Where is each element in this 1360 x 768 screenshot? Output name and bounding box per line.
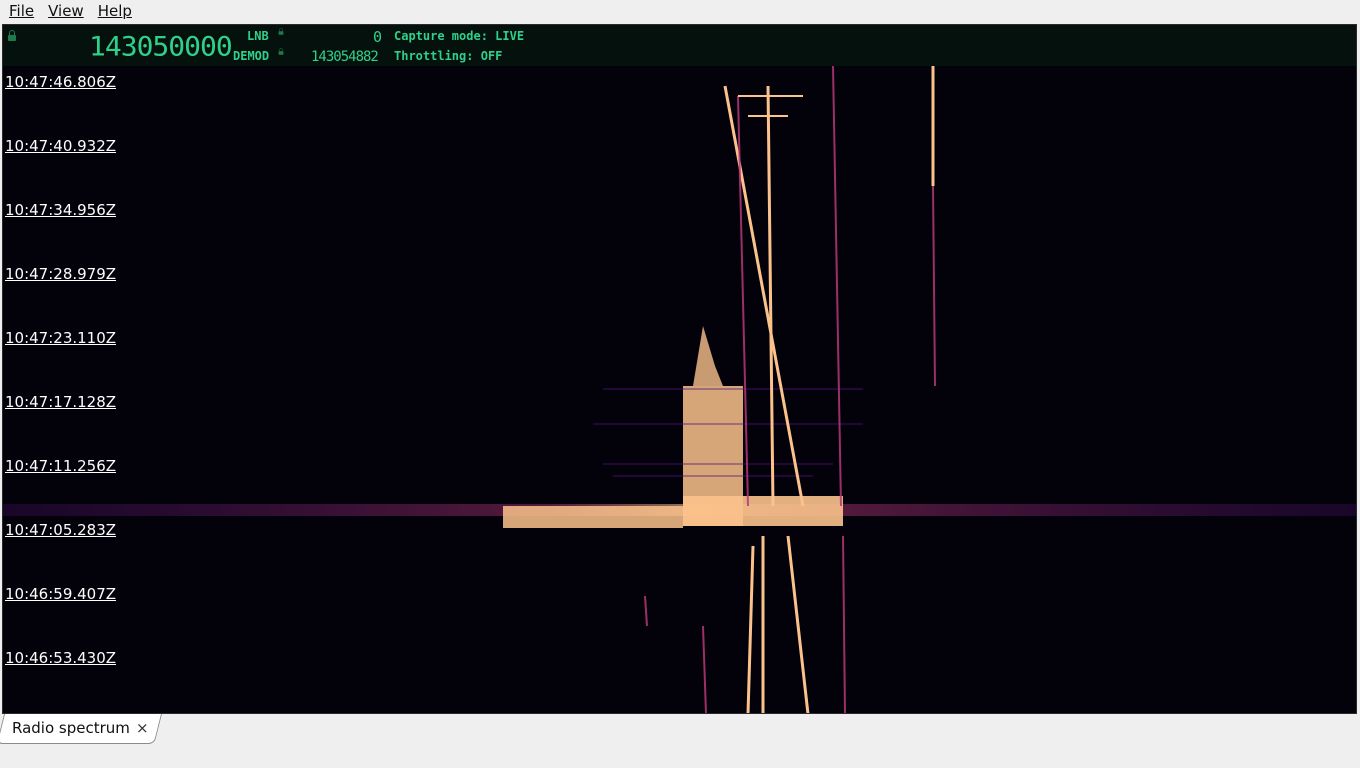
lnb-lock-icon[interactable]: [278, 28, 284, 35]
timestamp-label: 10:46:59.407Z: [5, 585, 117, 603]
tab-strip: Radio spectrum ×: [0, 714, 1360, 768]
signal-flare: [693, 326, 723, 386]
timestamp-label: 10:47:23.110Z: [5, 329, 117, 347]
frequency-lock-icon[interactable]: [8, 30, 16, 41]
timestamp-label: 10:47:05.283Z: [5, 521, 117, 539]
menu-view[interactable]: View: [41, 0, 91, 23]
top-spur: [738, 95, 803, 117]
menu-help[interactable]: Help: [91, 0, 139, 23]
tab-label: Radio spectrum: [12, 719, 130, 737]
signal-block: [683, 386, 743, 526]
demod-label: DEMOD: [233, 49, 270, 63]
waterfall-graphic: [3, 66, 1356, 713]
timestamp-label: 10:47:17.128Z: [5, 393, 117, 411]
timestamp-label: 10:47:28.979Z: [5, 265, 117, 283]
noise-burst-core: [503, 506, 683, 528]
demod-value[interactable]: 143054882: [311, 49, 379, 65]
menu-file[interactable]: File: [2, 0, 41, 23]
tab-close-icon[interactable]: ×: [136, 719, 149, 737]
timestamp-label: 10:47:40.932Z: [5, 137, 117, 155]
menu-bar: File View Help: [0, 0, 1360, 23]
carrier-traces: [723, 66, 935, 713]
throttling-status: Throttling: OFF: [394, 49, 503, 63]
timestamp-label: 10:47:46.806Z: [5, 73, 117, 91]
lnb-label: LNB: [247, 29, 269, 43]
waterfall-display[interactable]: 10:47:46.806Z 10:47:40.932Z 10:47:34.956…: [3, 66, 1356, 713]
demod-lock-icon[interactable]: [278, 48, 284, 55]
timestamp-label: 10:46:53.430Z: [5, 649, 117, 667]
timestamp-label: 10:47:11.256Z: [5, 457, 117, 475]
center-frequency[interactable]: 143050000: [89, 33, 233, 61]
menu-help-label: Help: [97, 2, 132, 20]
timestamp-label: 10:47:34.956Z: [5, 201, 117, 219]
spectrum-panel: 143050000 LNB 0 DEMOD 143054882 Capture …: [2, 24, 1357, 714]
frequency-readout: 143050000 LNB 0 DEMOD 143054882 Capture …: [3, 25, 1356, 66]
menu-view-label: View: [48, 2, 84, 20]
menu-file-label: File: [9, 2, 35, 20]
lnb-value[interactable]: 0: [363, 28, 382, 46]
capture-mode-status: Capture mode: LIVE: [394, 29, 525, 43]
